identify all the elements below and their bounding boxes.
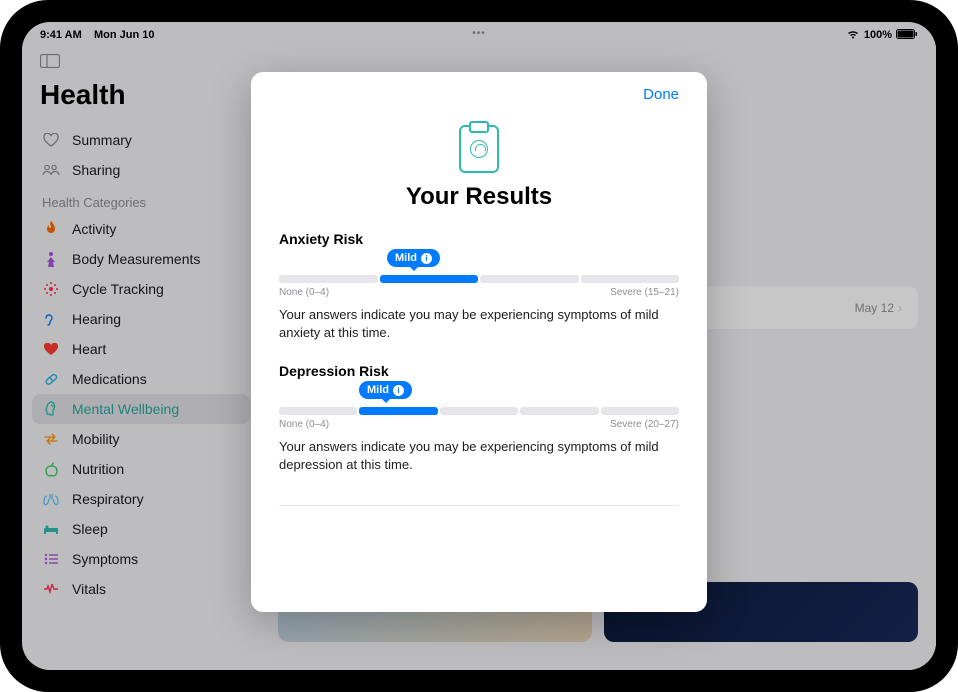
ipad-device: 9:41 AM Mon Jun 10 100% ••• — [0, 0, 958, 692]
results-modal: Done Your Results Anxiety Risk Mildi — [251, 72, 707, 612]
anxiety-badge[interactable]: Mildi — [387, 249, 440, 267]
done-button[interactable]: Done — [643, 86, 679, 103]
anxiety-description: Your answers indicate you may be experie… — [279, 306, 679, 341]
scale-segment — [520, 407, 598, 415]
scale-segment — [480, 275, 579, 283]
anxiety-risk-section: Anxiety Risk Mildi None (0–4) Severe (15… — [279, 231, 679, 341]
info-icon: i — [421, 253, 432, 264]
scale-segment — [359, 407, 437, 415]
depression-description: Your answers indicate you may be experie… — [279, 438, 679, 473]
scale-segment — [279, 407, 357, 415]
scale-segment — [380, 275, 479, 283]
screen: 9:41 AM Mon Jun 10 100% ••• — [22, 22, 936, 670]
divider — [279, 505, 679, 506]
anxiety-scale: Mildi None (0–4) Severe (15–21) — [279, 275, 679, 298]
modal-title: Your Results — [279, 183, 679, 211]
scale-max-label: Severe (15–21) — [610, 287, 679, 298]
clipboard-icon — [279, 125, 679, 173]
depression-scale: Mildi None (0–4) Severe (20–27) — [279, 407, 679, 430]
depression-risk-section: Depression Risk Mildi None (0–4) Se — [279, 363, 679, 473]
scale-segment — [581, 275, 680, 283]
scale-segment — [440, 407, 518, 415]
depression-risk-label: Depression Risk — [279, 363, 679, 379]
depression-badge[interactable]: Mildi — [359, 381, 412, 399]
scale-segment — [601, 407, 679, 415]
anxiety-risk-label: Anxiety Risk — [279, 231, 679, 247]
info-icon: i — [393, 385, 404, 396]
scale-min-label: None (0–4) — [279, 419, 329, 430]
scale-max-label: Severe (20–27) — [610, 419, 679, 430]
scale-min-label: None (0–4) — [279, 287, 329, 298]
scale-segment — [279, 275, 378, 283]
